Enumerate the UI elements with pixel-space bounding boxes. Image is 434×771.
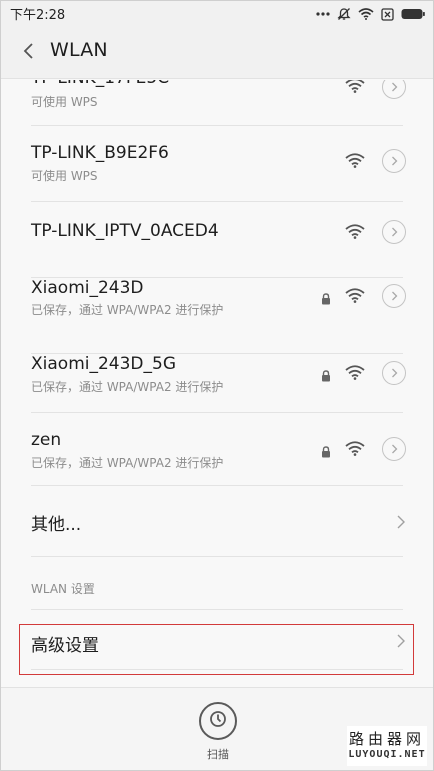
watermark-text: 路由器网 (348, 730, 425, 748)
network-detail-button[interactable] (382, 437, 406, 461)
more-dots-icon (316, 12, 330, 16)
other-network-label: 其他... (31, 515, 82, 535)
wifi-signal-icon (345, 365, 365, 384)
network-detail-button[interactable] (382, 361, 406, 385)
phone-screen: 下午2:28 WLAN 可使用 WPS TP-LINK_B9E2F6 可使用 W… (0, 0, 434, 771)
network-detail-button[interactable] (382, 80, 406, 99)
wlan-settings-section: WLAN 设置 (1, 557, 433, 610)
network-status: 已保存，通过 WPA/WPA2 进行保护 (31, 456, 224, 470)
network-row[interactable]: TP-LINK_IPTV_0ACED4 (1, 202, 433, 278)
network-name: zen (31, 430, 62, 450)
wlan-list[interactable]: TP-LINK_17FE5C 可使用 WPS TP-LINK_B9E2F6 可使… (1, 80, 433, 687)
watermark-url: LUYOUQI.NET (348, 749, 426, 760)
network-detail-button[interactable] (382, 284, 406, 308)
network-status: 可使用 WPS (31, 169, 98, 183)
lock-icon (321, 290, 331, 309)
watermark: 路由器网 LUYOUQI.NET (347, 726, 427, 766)
scan-button[interactable] (199, 702, 237, 740)
network-name: TP-LINK_IPTV_0ACED4 (31, 221, 219, 241)
network-detail-button[interactable] (382, 149, 406, 173)
status-icons (316, 5, 425, 23)
other-network-row[interactable]: 其他... (1, 486, 433, 557)
sim-icon (381, 7, 394, 21)
network-status: 可使用 WPS (31, 95, 98, 109)
network-row[interactable]: Xiaomi_243D_5G 已保存，通过 WPA/WPA2 进行保护 (1, 354, 433, 413)
mute-icon (337, 7, 351, 21)
back-button[interactable] (14, 39, 42, 67)
wifi-icon (358, 8, 374, 20)
page-title: WLAN (50, 39, 108, 61)
network-row[interactable]: Xiaomi_243D 已保存，通过 WPA/WPA2 进行保护 (1, 278, 433, 354)
network-name: TP-LINK_17FE5C (31, 80, 169, 88)
highlight-annotation (19, 624, 414, 675)
wifi-signal-icon (345, 153, 365, 172)
section-header: WLAN 设置 (31, 582, 95, 596)
network-name: TP-LINK_B9E2F6 (31, 143, 169, 163)
wifi-signal-icon (345, 80, 365, 97)
wifi-signal-icon (345, 224, 365, 243)
wifi-signal-icon (345, 441, 365, 460)
network-status: 已保存，通过 WPA/WPA2 进行保护 (31, 380, 224, 394)
network-name: Xiaomi_243D (31, 278, 144, 298)
lock-icon (321, 443, 331, 462)
bottom-bar: 扫描 路由器网 LUYOUQI.NET (1, 687, 433, 770)
network-row[interactable]: TP-LINK_B9E2F6 可使用 WPS (1, 126, 433, 202)
wifi-signal-icon (345, 288, 365, 307)
back-arrow-icon (22, 42, 34, 64)
battery-icon (401, 8, 425, 20)
network-status: 已保存，通过 WPA/WPA2 进行保护 (31, 303, 224, 317)
network-row[interactable]: zen 已保存，通过 WPA/WPA2 进行保护 (1, 413, 433, 486)
chevron-right-icon (397, 514, 405, 533)
lock-icon (321, 367, 331, 386)
status-bar: 下午2:28 (1, 1, 433, 27)
network-row[interactable]: TP-LINK_17FE5C 可使用 WPS (1, 80, 433, 126)
status-time: 下午2:28 (10, 8, 66, 23)
network-detail-button[interactable] (382, 220, 406, 244)
action-bar: WLAN (1, 27, 433, 79)
network-name: Xiaomi_243D_5G (31, 354, 176, 374)
scan-icon (207, 708, 229, 734)
